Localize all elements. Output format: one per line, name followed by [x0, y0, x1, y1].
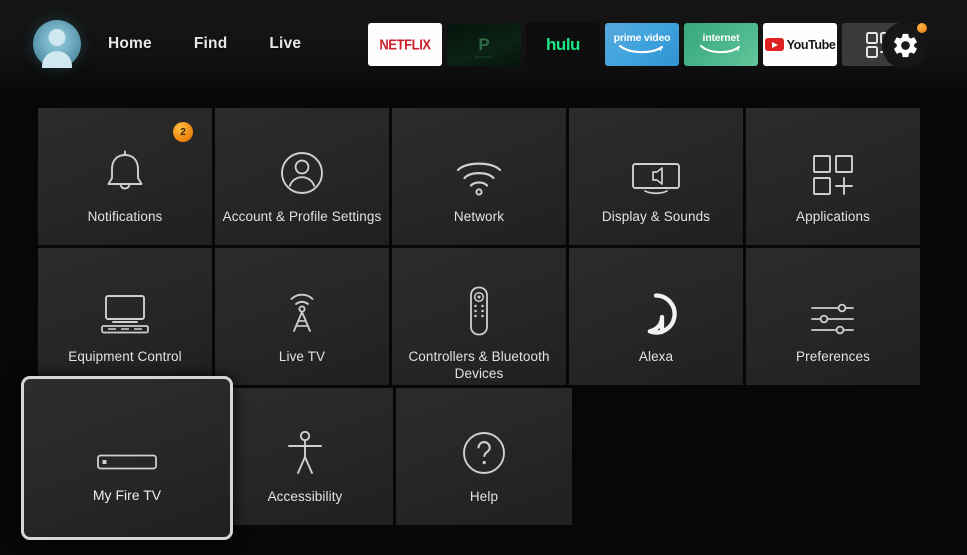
app-tile-internet[interactable]: internet — [684, 23, 758, 66]
app-tile-youtube[interactable]: YouTube — [763, 23, 837, 66]
settings-grid-row: Equipment Control Live TV Controllers & … — [38, 248, 920, 385]
firetv-settings-screen: Home Find Live NETFLIX P peacock hulu pr… — [0, 0, 967, 555]
person-circle-icon — [279, 134, 325, 196]
amazon-smile-icon — [618, 45, 664, 54]
settings-tile-label: Help — [469, 489, 499, 504]
nav-item-home[interactable]: Home — [108, 35, 152, 53]
settings-tile-accessibility[interactable]: Accessibility — [217, 388, 393, 525]
settings-tile-label: Applications — [796, 209, 870, 224]
alexa-ring-icon — [634, 274, 678, 336]
settings-tile-label: Alexa — [638, 349, 674, 364]
settings-tile-label: Controllers & Bluetooth Devices — [408, 349, 550, 381]
settings-tile-label: Accessibility — [267, 489, 343, 504]
settings-button[interactable] — [882, 22, 929, 69]
nav-item-live[interactable]: Live — [269, 35, 301, 53]
settings-tile-help[interactable]: Help — [396, 388, 572, 525]
settings-tile-label: Network — [453, 209, 505, 224]
remote-icon — [466, 274, 492, 336]
netflix-logo-text: NETFLIX — [379, 36, 431, 53]
prime-video-logo-text: prime video — [613, 31, 671, 44]
app-shortcut-row: NETFLIX P peacock hulu prime video inter… — [368, 23, 916, 66]
question-circle-icon — [461, 414, 507, 476]
settings-tile-label: Equipment Control — [68, 349, 182, 364]
settings-grid-row: 2 Notifications Account & Profile Settin… — [38, 108, 920, 245]
settings-tile-preferences[interactable]: Preferences — [746, 248, 920, 385]
settings-tile-label: Preferences — [796, 349, 870, 364]
settings-tile-account-profile-settings[interactable]: Account & Profile Settings — [215, 108, 389, 245]
top-navigation-bar: Home Find Live NETFLIX P peacock hulu pr… — [0, 0, 967, 88]
settings-tile-label: My Fire TV — [92, 487, 162, 503]
settings-tile-label: Account & Profile Settings — [222, 209, 382, 224]
settings-tile-display-and-sounds[interactable]: Display & Sounds — [569, 108, 743, 245]
app-tile-peacock[interactable]: P peacock — [447, 23, 521, 66]
sliders-icon — [809, 274, 857, 336]
app-tile-netflix[interactable]: NETFLIX — [368, 23, 442, 66]
profile-avatar[interactable] — [33, 20, 81, 68]
wifi-icon — [455, 134, 503, 196]
youtube-play-icon — [764, 38, 784, 51]
settings-tile-label: Notifications — [87, 209, 163, 224]
apps-grid-icon — [812, 134, 854, 196]
settings-tile-notifications[interactable]: 2 Notifications — [38, 108, 212, 245]
settings-tile-network[interactable]: Network — [392, 108, 566, 245]
notifications-badge: 2 — [173, 122, 193, 142]
settings-tile-alexa[interactable]: Alexa — [569, 248, 743, 385]
youtube-logo-text: YouTube — [786, 37, 836, 52]
internet-logo-text: internet — [702, 31, 740, 44]
bell-icon — [105, 134, 145, 196]
peacock-logo-sublabel: peacock — [474, 54, 494, 59]
settings-tile-label: Display & Sounds — [601, 209, 711, 224]
amazon-smile-icon — [699, 45, 741, 54]
settings-notification-dot — [917, 23, 927, 33]
avatar-body — [42, 51, 72, 68]
tv-soundbar-icon — [99, 274, 151, 336]
app-tile-prime-video[interactable]: prime video — [605, 23, 679, 66]
settings-tile-live-tv[interactable]: Live TV — [215, 248, 389, 385]
avatar-head — [48, 29, 66, 46]
accessibility-icon — [285, 414, 325, 476]
settings-tile-label: Live TV — [278, 349, 326, 364]
main-nav: Home Find Live — [108, 0, 301, 88]
settings-tile-equipment-control[interactable]: Equipment Control — [38, 248, 212, 385]
nav-item-find[interactable]: Find — [194, 35, 228, 53]
settings-tile-my-fire-tv[interactable]: My Fire TV — [21, 376, 233, 540]
broadcast-tower-icon — [279, 274, 325, 336]
hulu-logo-text: hulu — [546, 34, 580, 54]
prime-video-logo: prime video — [614, 33, 671, 57]
gear-icon — [894, 33, 917, 58]
app-tile-hulu[interactable]: hulu — [526, 23, 600, 66]
settings-tile-applications[interactable]: Applications — [746, 108, 920, 245]
peacock-logo-text: P — [478, 35, 490, 54]
firetv-stick-icon — [96, 409, 158, 473]
display-sound-icon — [629, 134, 683, 196]
settings-tile-controllers-and-bluetooth-devices[interactable]: Controllers & Bluetooth Devices — [392, 248, 566, 385]
internet-logo: internet — [699, 33, 743, 57]
